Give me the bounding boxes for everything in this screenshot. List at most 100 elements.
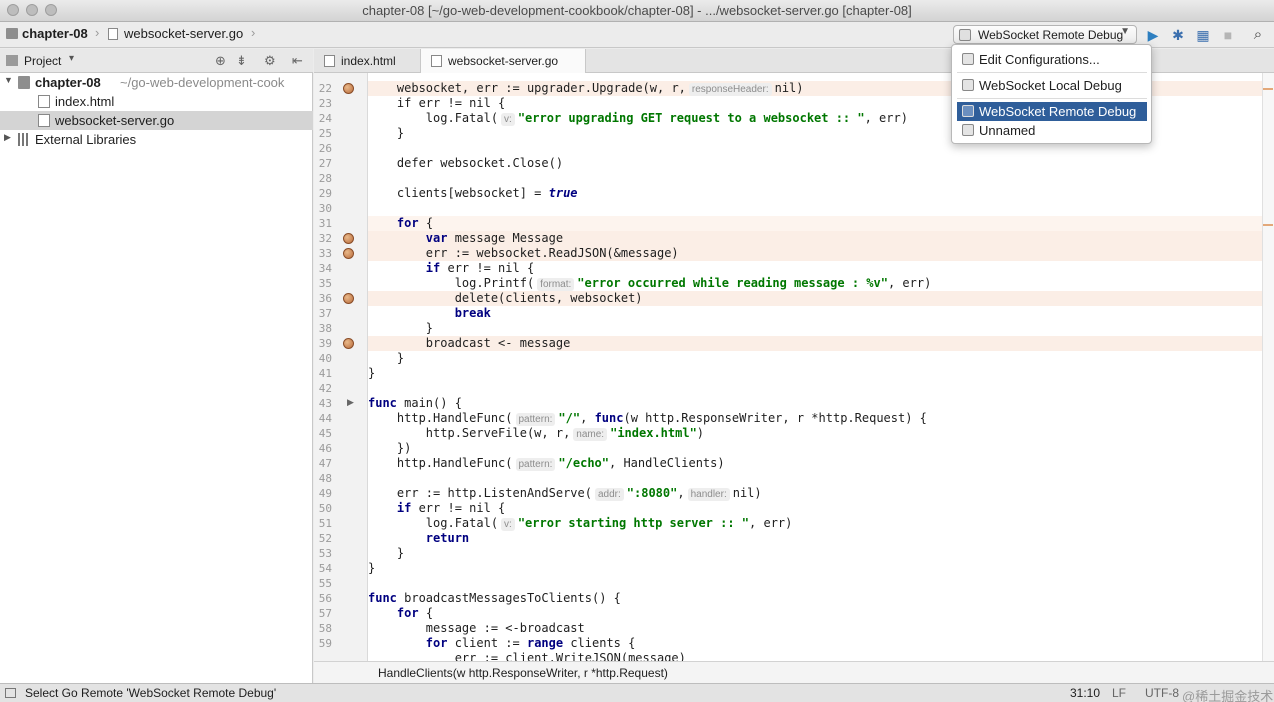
debug-icon[interactable]: ✱ xyxy=(1169,26,1187,44)
line-number: 28 xyxy=(318,172,332,185)
run-configuration-select[interactable]: WebSocket Remote Debug ▼ xyxy=(953,25,1137,44)
breakpoint-marker xyxy=(1263,224,1273,226)
code-line[interactable]: } xyxy=(368,561,1262,576)
line-number: 45 xyxy=(318,427,332,440)
line-number: 48 xyxy=(318,472,332,485)
code-line[interactable]: for { xyxy=(368,216,1262,231)
tree-item-label: index.html xyxy=(55,94,115,109)
chevron-right-icon[interactable]: ▶ xyxy=(4,132,11,143)
go-config-icon xyxy=(962,79,974,91)
popup-separator xyxy=(957,98,1147,99)
popup-item-label: WebSocket Remote Debug xyxy=(979,104,1137,119)
code-line[interactable]: clients[websocket] = true xyxy=(368,186,1262,201)
popup-item-unnamed[interactable]: Unnamed xyxy=(957,121,1147,140)
go-remote-config-icon xyxy=(962,105,974,117)
coverage-icon[interactable]: ▦ xyxy=(1194,26,1212,44)
chevron-down-icon[interactable]: ▾ xyxy=(69,53,74,64)
line-number: 50 xyxy=(318,502,332,515)
tab-label: websocket-server.go xyxy=(448,54,559,68)
code-line[interactable]: func main() { xyxy=(368,396,1262,411)
breakpoint-icon[interactable] xyxy=(343,248,354,259)
code-line[interactable]: } xyxy=(368,351,1262,366)
chevron-down-icon[interactable]: ▼ xyxy=(4,75,13,85)
search-icon[interactable]: ⌕ xyxy=(1249,26,1267,44)
code-line[interactable]: delete(clients, websocket) xyxy=(368,291,1262,306)
line-number: 47 xyxy=(318,457,332,470)
project-panel-header: Project ▾ ⊕ ⇟ ⚙ ⇤ xyxy=(0,49,313,73)
run-icon[interactable]: ▶ xyxy=(1144,26,1162,44)
tab-websocket-server-go[interactable]: websocket-server.go xyxy=(420,49,586,73)
run-gutter-icon[interactable]: ▶ xyxy=(347,397,354,408)
code-line[interactable]: } xyxy=(368,546,1262,561)
line-number: 24 xyxy=(318,112,332,125)
editor-breadcrumb[interactable]: HandleClients(w http.ResponseWriter, r *… xyxy=(314,661,1274,683)
breadcrumb-project[interactable]: chapter-08 xyxy=(22,26,88,41)
tree-item-external-libraries[interactable]: ▶ External Libraries xyxy=(0,130,313,149)
stop-icon[interactable]: ■ xyxy=(1219,26,1237,44)
code-line[interactable]: break xyxy=(368,306,1262,321)
run-configuration-popup: Edit Configurations... WebSocket Local D… xyxy=(951,44,1152,144)
breakpoint-icon[interactable] xyxy=(343,293,354,304)
gear-icon[interactable]: ⚙ xyxy=(264,53,276,69)
tree-item-websocket-server-go[interactable]: websocket-server.go xyxy=(0,111,313,130)
tab-label: index.html xyxy=(341,54,396,68)
code-line[interactable]: return xyxy=(368,531,1262,546)
tree-item-index-html[interactable]: index.html xyxy=(0,92,313,111)
editor-gutter[interactable]: 22 23 24 25 26 27 28 29 30 31 32 33 34 35 36 37 38 39 40 41… xyxy=(314,73,368,661)
line-number: 37 xyxy=(318,307,332,320)
popup-item-edit-configurations[interactable]: Edit Configurations... xyxy=(957,50,1147,69)
code-line[interactable]: err := client.WriteJSON(message) xyxy=(368,651,1262,661)
line-number: 56 xyxy=(318,592,332,605)
line-number: 40 xyxy=(318,352,332,365)
breakpoint-icon[interactable] xyxy=(343,338,354,349)
code-line[interactable]: }) xyxy=(368,441,1262,456)
locate-file-icon[interactable]: ⊕ xyxy=(215,53,226,69)
code-line[interactable]: if err != nil { xyxy=(368,261,1262,276)
code-line[interactable]: err := websocket.ReadJSON(&message) xyxy=(368,246,1262,261)
project-view-select[interactable]: Project xyxy=(24,54,61,68)
breakpoint-icon[interactable] xyxy=(343,83,354,94)
code-line[interactable]: } xyxy=(368,366,1262,381)
line-number: 27 xyxy=(318,157,332,170)
code-line[interactable]: var message Message xyxy=(368,231,1262,246)
tool-windows-icon[interactable] xyxy=(5,688,16,698)
popup-item-label: WebSocket Local Debug xyxy=(979,78,1122,93)
project-tree: ▼ chapter-08 ~/go-web-development-cook i… xyxy=(0,73,313,683)
editor-scrollbar[interactable] xyxy=(1262,73,1274,661)
code-line[interactable]: log.Printf(format: "error occurred while … xyxy=(368,276,1262,291)
line-number: 43 xyxy=(318,397,332,410)
code-line[interactable]: http.ServeFile(w, r, name: "index.html") xyxy=(368,426,1262,441)
code-line[interactable]: http.HandleFunc(pattern: "/echo", HandleC… xyxy=(368,456,1262,471)
code-line[interactable]: defer websocket.Close() xyxy=(368,156,1262,171)
code-line[interactable]: func broadcastMessagesToClients() { xyxy=(368,591,1262,606)
code-line[interactable]: if err != nil { xyxy=(368,501,1262,516)
tree-item-label: chapter-08 xyxy=(35,75,101,90)
caret-position[interactable]: 31:10 xyxy=(1070,686,1100,700)
html-file-icon xyxy=(38,95,50,108)
line-number: 26 xyxy=(318,142,332,155)
tab-index-html[interactable]: index.html xyxy=(314,49,420,73)
folder-icon xyxy=(18,76,30,89)
code-editor[interactable]: websocket, err := upgrader.Upgrade(w, r,… xyxy=(368,73,1262,661)
hide-panel-icon[interactable]: ⇤ xyxy=(292,53,303,69)
code-line[interactable]: } xyxy=(368,321,1262,336)
code-line[interactable]: http.HandleFunc(pattern: "/", func(w http… xyxy=(368,411,1262,426)
go-file-icon xyxy=(431,55,442,67)
code-line[interactable]: message := <-broadcast xyxy=(368,621,1262,636)
breakpoint-icon[interactable] xyxy=(343,233,354,244)
breadcrumb-file[interactable]: websocket-server.go xyxy=(124,26,243,41)
code-line[interactable]: err := http.ListenAndServe(addr: ":8080",… xyxy=(368,486,1262,501)
popup-item-websocket-local-debug[interactable]: WebSocket Local Debug xyxy=(957,76,1147,95)
file-encoding[interactable]: UTF-8 xyxy=(1145,686,1179,700)
line-separator[interactable]: LF xyxy=(1112,686,1126,700)
code-line[interactable]: for client := range clients { xyxy=(368,636,1262,651)
line-number: 44 xyxy=(318,412,332,425)
popup-separator xyxy=(957,72,1147,73)
tree-item-chapter-08[interactable]: ▼ chapter-08 ~/go-web-development-cook xyxy=(0,73,313,92)
popup-item-websocket-remote-debug[interactable]: WebSocket Remote Debug xyxy=(957,102,1147,121)
collapse-all-icon[interactable]: ⇟ xyxy=(236,53,247,69)
code-line[interactable]: broadcast <- message xyxy=(368,336,1262,351)
code-line[interactable]: for { xyxy=(368,606,1262,621)
breakpoint-marker xyxy=(1263,88,1273,90)
code-line[interactable]: log.Fatal(v: "error starting http server … xyxy=(368,516,1262,531)
